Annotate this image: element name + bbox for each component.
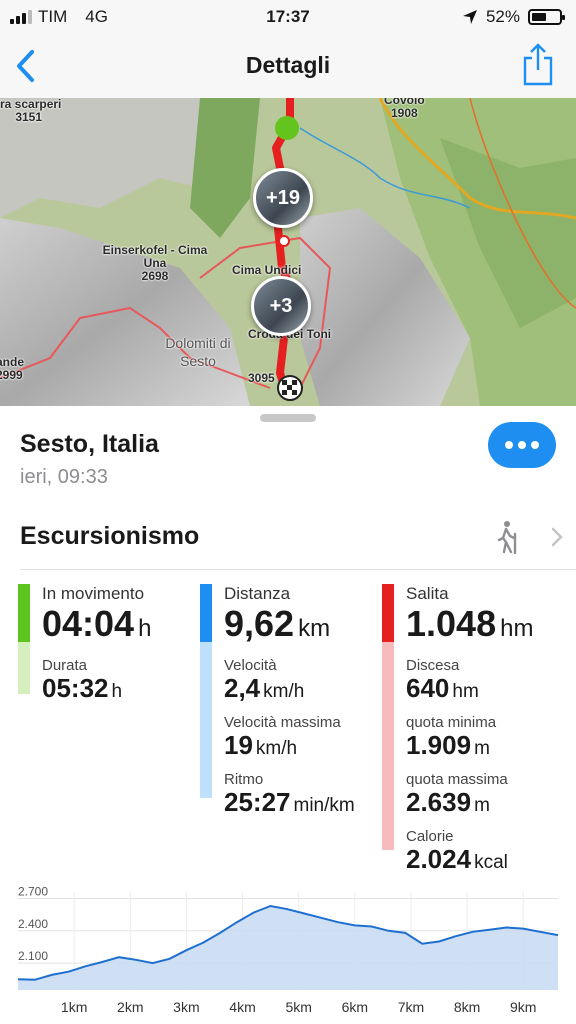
hiking-icon bbox=[497, 521, 517, 554]
x-tick-label: 9km bbox=[510, 999, 536, 1015]
min-altitude-value: 1.909 m bbox=[406, 730, 490, 760]
chevron-right-icon bbox=[551, 527, 563, 547]
status-right: 52% bbox=[462, 7, 565, 27]
share-icon bbox=[523, 43, 553, 86]
route-finish-marker bbox=[277, 375, 303, 401]
elevation-area bbox=[18, 906, 558, 990]
max-speed-label: Velocità massima bbox=[224, 714, 341, 731]
time-color-bar bbox=[18, 584, 30, 642]
x-tick-label: 6km bbox=[342, 999, 368, 1015]
map-label-croda-alt: 3095 bbox=[248, 371, 275, 385]
sheet-drag-handle[interactable] bbox=[260, 414, 316, 422]
more-options-button[interactable] bbox=[488, 422, 556, 468]
x-tick-label: 5km bbox=[285, 999, 311, 1015]
distance-color-bar bbox=[200, 584, 212, 642]
pace-label: Ritmo bbox=[224, 771, 264, 788]
descent-value: 640 hm bbox=[406, 673, 479, 703]
max-altitude-value: 2.639 m bbox=[406, 787, 490, 817]
y-tick-label: 2.100 bbox=[18, 949, 48, 963]
location-arrow-icon bbox=[462, 10, 477, 24]
map-terrain bbox=[0, 98, 576, 406]
duration-value: 05:32 h bbox=[42, 673, 123, 703]
map-label-ande: ande2999 bbox=[0, 355, 25, 382]
map-label-cima-undici: Cima Undici bbox=[232, 263, 302, 277]
pace-value: 25:27 min/km bbox=[224, 787, 355, 817]
map-label-scarperi: tra scarperi 3151 bbox=[0, 98, 62, 124]
x-tick-label: 3km bbox=[173, 999, 199, 1015]
x-tick-label: 1km bbox=[61, 999, 87, 1015]
distance-value: 9,62 km bbox=[224, 603, 331, 644]
activity-datetime: ieri, 09:33 bbox=[20, 466, 108, 488]
status-bar: TIM 4G 17:37 52% bbox=[0, 0, 576, 34]
calories-value: 2.024 kcal bbox=[406, 844, 508, 874]
map-label-covolo: Covolo 1908 bbox=[384, 98, 425, 120]
x-tick-label: 7km bbox=[398, 999, 424, 1015]
moving-value: 04:04 h bbox=[42, 603, 152, 644]
x-tick-label: 4km bbox=[229, 999, 255, 1015]
photo-badge-19[interactable]: +19 bbox=[253, 168, 313, 228]
map-label-dolomiti: Dolomiti di Sesto bbox=[165, 335, 231, 369]
elevation-profile-chart[interactable]: 2.700 2.400 2.100 1km 2km 3km 4km 5km 6km 7km 8km 9… bbox=[0, 876, 576, 1024]
battery-percent: 52% bbox=[485, 7, 520, 26]
photo-badge-3[interactable]: +3 bbox=[251, 276, 311, 336]
distance-label: Distanza bbox=[224, 584, 291, 603]
navigation-bar: Dettagli bbox=[0, 34, 576, 98]
speed-value: 2,4 km/h bbox=[224, 673, 305, 703]
ascent-value: 1.048 hm bbox=[406, 603, 534, 644]
elevation-color-bar bbox=[382, 584, 394, 642]
max-speed-value: 19 km/h bbox=[224, 730, 298, 760]
activity-type-row[interactable]: Escursionismo bbox=[20, 512, 576, 570]
speed-label: Velocità bbox=[224, 657, 277, 674]
activity-type: Escursionismo bbox=[20, 522, 200, 550]
moving-label: In movimento bbox=[42, 584, 145, 603]
route-start-marker bbox=[275, 116, 299, 140]
activity-place: Sesto, Italia bbox=[20, 430, 159, 458]
y-tick-label: 2.700 bbox=[18, 884, 48, 898]
page-title: Dettagli bbox=[245, 52, 331, 78]
calories-label: Calorie bbox=[406, 828, 454, 845]
max-altitude-label: quota massima bbox=[406, 771, 508, 788]
x-tick-label: 2km bbox=[117, 999, 143, 1015]
map-label-einserkofel: Einserkofel - Cima Una 2698 bbox=[102, 243, 208, 283]
ascent-label: Salita bbox=[406, 584, 449, 603]
min-altitude-label: quota minima bbox=[406, 714, 497, 731]
descent-label: Discesa bbox=[406, 657, 460, 674]
share-button[interactable] bbox=[522, 42, 554, 86]
x-tick-label: 8km bbox=[454, 999, 480, 1015]
battery-icon bbox=[528, 9, 565, 25]
y-tick-label: 2.400 bbox=[18, 917, 48, 931]
route-map[interactable]: tra scarperi 3151 Covolo 1908 Einserkofel … bbox=[0, 98, 576, 406]
ellipsis-icon bbox=[505, 441, 513, 449]
duration-label: Durata bbox=[42, 657, 88, 674]
